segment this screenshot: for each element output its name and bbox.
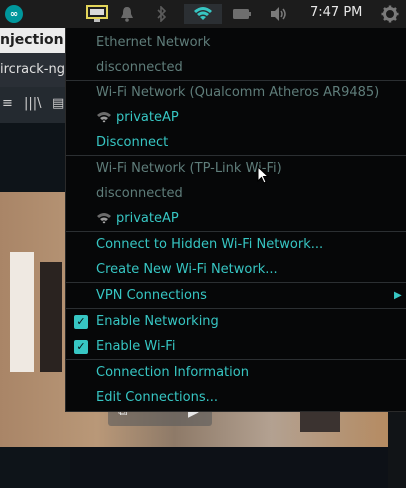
disconnect-item[interactable]: Disconnect [96, 135, 168, 150]
panel-clock[interactable]: 7:47 PM [310, 5, 362, 20]
menu-separator [66, 231, 406, 232]
reader-icon[interactable]: ▤ [52, 96, 64, 111]
bell-icon[interactable] [118, 4, 136, 24]
gear-icon[interactable] [380, 4, 400, 24]
library-icon[interactable]: |||\ [24, 96, 42, 111]
desktop-screen: njection - ircrack-ng/ ≡ |||\ ▤ ▶ ⧉ ∞ [0, 0, 406, 488]
top-panel: ∞ 7:47 PM [0, 0, 406, 28]
video-person-figure [40, 262, 62, 372]
enable-networking-item[interactable]: Enable Networking [96, 314, 219, 329]
battery-icon[interactable] [232, 4, 252, 24]
browser-url-bar[interactable]: ircrack-ng/ [0, 53, 70, 87]
enable-wifi-checkbox[interactable]: ✓ [74, 340, 88, 354]
enable-wifi-item[interactable]: Enable Wi-Fi [96, 339, 175, 354]
menu-separator [66, 282, 406, 283]
vpn-connections-item[interactable]: VPN Connections [96, 288, 207, 303]
wifi2-network-item[interactable]: privateAP [96, 211, 179, 228]
mouse-cursor-icon [257, 166, 269, 184]
wifi2-network-label: privateAP [116, 211, 179, 226]
ethernet-network-header: Ethernet Network [96, 35, 211, 50]
arduino-app-icon[interactable]: ∞ [4, 4, 24, 24]
video-person-figure [10, 252, 34, 372]
wifi-signal-icon [96, 111, 112, 127]
menu-separator [66, 80, 406, 81]
wifi2-network-header: Wi-Fi Network (TP-Link Wi-Fi) [96, 161, 282, 176]
menu-separator [66, 308, 406, 309]
ethernet-status: disconnected [96, 60, 183, 75]
network-menu: Ethernet Network disconnected Wi-Fi Netw… [65, 28, 406, 412]
menu-separator [66, 155, 406, 156]
edit-connections-item[interactable]: Edit Connections... [96, 390, 218, 405]
wifi2-status: disconnected [96, 186, 183, 201]
wifi-icon[interactable] [184, 4, 222, 24]
browser-tab[interactable]: njection - [0, 28, 70, 53]
submenu-arrow-icon: ▶ [394, 290, 402, 301]
connect-hidden-wifi-item[interactable]: Connect to Hidden Wi-Fi Network... [96, 237, 323, 252]
wifi-signal-icon [96, 212, 112, 228]
wifi1-network-item[interactable]: privateAP [96, 110, 179, 127]
wifi1-network-header: Wi-Fi Network (Qualcomm Atheros AR9485) [96, 85, 380, 100]
menu-separator [66, 359, 406, 360]
connection-information-item[interactable]: Connection Information [96, 365, 249, 380]
bluetooth-icon[interactable] [154, 4, 170, 24]
sidebar-toggle-icon[interactable]: ≡ [2, 96, 13, 111]
wifi1-network-label: privateAP [116, 110, 179, 125]
create-new-wifi-item[interactable]: Create New Wi-Fi Network... [96, 262, 278, 277]
browser-toolbar: ≡ |||\ ▤ [0, 87, 70, 123]
enable-networking-checkbox[interactable]: ✓ [74, 315, 88, 329]
monitor-icon[interactable] [86, 4, 108, 24]
volume-icon[interactable] [268, 4, 290, 24]
